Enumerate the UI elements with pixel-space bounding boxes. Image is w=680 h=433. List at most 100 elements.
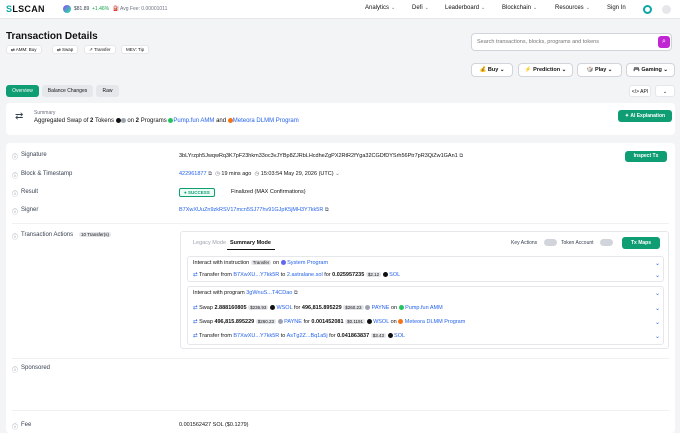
instruction-badge: Transfer	[250, 260, 272, 265]
chevron-down-icon[interactable]: ⌄	[335, 171, 340, 177]
summary-mode-tab[interactable]: Summary Mode	[230, 240, 271, 246]
copy-icon[interactable]: ⧉	[459, 153, 463, 160]
wsol-icon	[269, 305, 275, 311]
expand-icon[interactable]: ⌄	[655, 333, 660, 340]
summary-label: Summary	[34, 110, 56, 116]
key-actions-toggle[interactable]	[544, 239, 557, 246]
transfer-icon: ⇄	[193, 333, 198, 339]
chevron-down-icon: ⌄	[424, 5, 429, 11]
program-link[interactable]: 3gWnuS...T4CDao	[246, 290, 292, 296]
swap-icon: ⇄	[15, 111, 24, 122]
ai-explanation-button[interactable]: ✦ AI Explanation	[618, 110, 672, 122]
action-row-transfer-2: ⇄ Transfer from B7XwXU...Y7kk5R to AsTg2…	[193, 333, 406, 339]
gas-icon: ⛽	[113, 6, 120, 12]
tab-balance-changes[interactable]: Balance Changes	[42, 85, 93, 97]
network-icon[interactable]	[643, 5, 652, 14]
theme-toggle-icon[interactable]	[662, 5, 671, 14]
from-link[interactable]: B7XwXU...Y7kk5R	[233, 333, 279, 339]
tx-maps-button[interactable]: Tx Maps	[622, 237, 660, 249]
play-button[interactable]: 🎲 Play ⌄	[577, 63, 622, 77]
swap-icon: ⇄	[193, 319, 198, 325]
program-link[interactable]: Meteora DLMM Program	[405, 319, 466, 325]
transfer-icon: ⇄	[193, 272, 198, 278]
fee-value: 0.001562427 SOL ($0.1279)	[179, 422, 249, 428]
info-icon: ⓘ	[12, 155, 19, 161]
expand-icon[interactable]: ⌄	[655, 290, 660, 297]
prediction-button[interactable]: ⚡ Prediction ⌄	[518, 63, 573, 77]
info-icon: ⓘ	[12, 425, 19, 431]
copy-icon[interactable]: ⧉	[325, 207, 329, 214]
payne-icon	[277, 319, 283, 325]
token-link[interactable]: SOL	[394, 333, 405, 339]
search-icon[interactable]: ⌕	[658, 36, 670, 48]
signer-link[interactable]: B7XwXUuZn9zkRSV17mcn5SJ77hv91GJpK5jMH3Y7…	[179, 207, 323, 213]
block-label: Block & Timestamp	[21, 171, 73, 177]
group-title: Interact with program 3gWnuS...T4CDao ⧉	[193, 290, 298, 297]
program-link[interactable]: System Program	[287, 260, 328, 266]
nav-blockchain[interactable]: Blockchain ⌄	[502, 5, 537, 11]
expand-icon[interactable]: ⌄	[655, 260, 660, 267]
copy-icon[interactable]: ⧉	[294, 290, 298, 297]
usd-badge: $0.1191	[345, 319, 365, 324]
api-button[interactable]: </> API	[629, 85, 651, 97]
to-link[interactable]: 2.astralane.sol	[287, 272, 323, 278]
block-link[interactable]: 422961877	[179, 171, 207, 177]
divider	[12, 358, 669, 359]
more-button[interactable]: ⌄	[655, 85, 675, 97]
token-account-label: Token Account	[561, 240, 594, 246]
solscan-logo[interactable]: SLSCAN	[6, 4, 45, 14]
sign-in-link[interactable]: Sign In	[607, 5, 626, 11]
status-badge: ● SUCCESS	[179, 188, 215, 197]
info-icon: ⓘ	[12, 174, 19, 180]
action-row-transfer: ⇄ Transfer from B7XwXU...Y7kk5R to 2.ast…	[193, 272, 401, 278]
transfer-count-badge: 10 Transfer(s)	[79, 232, 112, 237]
tab-overview[interactable]: Overview	[6, 85, 39, 97]
summary-text: Aggregated Swap of 2 Tokens on 2 Program…	[34, 118, 299, 125]
buy-button[interactable]: 💰 Buy ⌄	[471, 63, 513, 77]
nav-resources[interactable]: Resources ⌄	[555, 5, 590, 11]
expand-icon[interactable]: ⌄	[655, 305, 660, 312]
program-link-pump[interactable]: Pump.fun AMM	[173, 118, 214, 124]
search-input[interactable]	[472, 34, 652, 50]
token-link[interactable]: PAYNE	[284, 319, 302, 325]
tag-transfer[interactable]: ↗ Transfer	[84, 45, 116, 54]
copy-icon[interactable]: ⧉	[208, 171, 212, 178]
token-link[interactable]: SOL	[389, 272, 400, 278]
usd-badge: $236.93	[248, 305, 269, 310]
usd-badge: $260.23	[343, 305, 364, 310]
summary-card: ⇄ Summary Aggregated Swap of 2 Tokens on…	[6, 103, 675, 135]
tab-raw[interactable]: Raw	[96, 85, 119, 97]
nav-defi[interactable]: Defi ⌄	[412, 5, 429, 11]
expand-icon[interactable]: ⌄	[655, 272, 660, 279]
legacy-mode-tab[interactable]: Legacy Mode	[193, 240, 226, 246]
block-value: 422961877 ⧉ ◷ 19 mins ago ◷ 15:03:54 May…	[179, 171, 340, 178]
program-link-meteora[interactable]: Meteora DLMM Program	[233, 118, 299, 124]
signature-value: 3bLYrzph5JwqwRq3K7pF23hkm33oc3vJYBp8ZJRb…	[179, 153, 464, 160]
nav-leaderboard[interactable]: Leaderboard ⌄	[445, 5, 485, 11]
action-row-swap-1: ⇄ Swap 2.888160805 $236.93 WSOL for 496,…	[193, 305, 443, 311]
gaming-button[interactable]: 🎮 Gaming ⌄	[626, 63, 675, 77]
sol-icon	[387, 333, 393, 339]
search-bar[interactable]: ⌕	[471, 33, 672, 51]
token-account-toggle[interactable]	[600, 239, 613, 246]
details-card: ⓘ Signature 3bLYrzph5JwqwRq3K7pF23hkm33o…	[6, 143, 675, 433]
fee-label: Fee	[21, 422, 32, 428]
tag-amm-buy[interactable]: ⇄ AMM: Buy	[6, 45, 42, 54]
tag-mev-tip[interactable]: MEV: Tip	[121, 45, 150, 54]
chevron-down-icon: ⌄	[391, 5, 396, 11]
info-icon: ⓘ	[12, 210, 19, 216]
tag-swap[interactable]: ⇄ Swap	[52, 45, 79, 54]
to-link[interactable]: AsTg2Z...Bq1a5j	[287, 333, 328, 339]
result-label: Result	[21, 189, 39, 195]
usd-badge: $2.12	[365, 272, 382, 277]
inspect-tx-button[interactable]: Inspect Tx	[625, 151, 667, 162]
expand-icon[interactable]: ⌄	[655, 319, 660, 326]
from-link[interactable]: B7XwXU...Y7kk5R	[233, 272, 279, 278]
nav-analytics[interactable]: Analytics ⌄	[365, 5, 395, 11]
token-link[interactable]: PAYNE	[372, 305, 390, 311]
page-title: Transaction Details	[6, 31, 98, 42]
token-link[interactable]: WSOL	[373, 319, 389, 325]
program-link[interactable]: Pump.fun AMM	[405, 305, 443, 311]
divider	[12, 223, 669, 224]
token-link[interactable]: WSOL	[276, 305, 292, 311]
